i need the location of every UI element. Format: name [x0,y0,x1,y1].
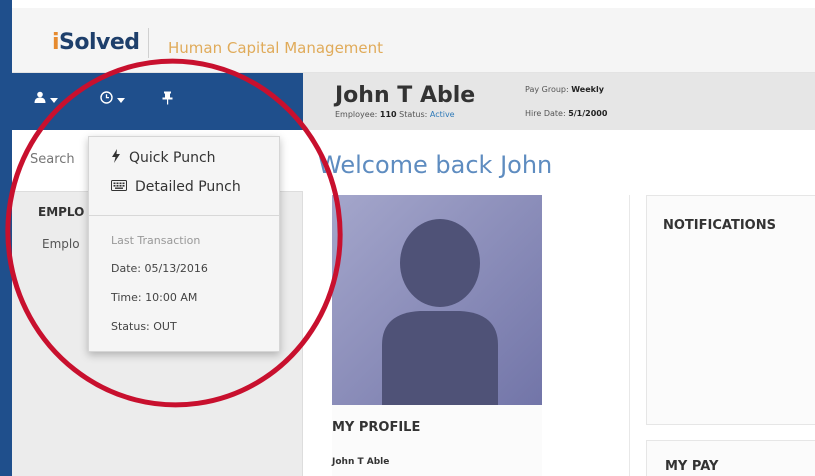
chevron-down-icon [117,98,125,103]
quick-punch-label: Quick Punch [129,150,216,166]
my-pay-title: MY PAY [665,459,719,474]
quick-punch-item[interactable]: Quick Punch [111,149,216,167]
column-divider [629,195,630,476]
pay-group: Pay Group: Weekly [525,85,604,94]
pin-button[interactable] [162,91,173,109]
employee-number: 110 [379,110,397,119]
pay-group-value: Weekly [571,85,604,94]
welcome-heading: Welcome back John [318,151,553,179]
profile-title: MY PROFILE [332,420,421,435]
status-value: Active [429,110,455,119]
chevron-down-icon [50,97,58,103]
user-menu-button[interactable] [34,91,58,107]
pay-group-label: Pay Group: [525,85,569,94]
isolved-logo[interactable]: iSolved [52,30,140,55]
clock-icon [100,91,113,108]
last-transaction-status: Status: OUT [111,320,177,333]
status-label: Status: [399,110,428,119]
last-transaction-time: Time: 10:00 AM [111,291,198,304]
employee-number-label: Employee: [335,110,378,119]
hire-date-label: Hire Date: [525,109,566,118]
last-transaction-label: Last Transaction [111,234,201,247]
app-subtitle: Human Capital Management [168,39,384,57]
employee-info-bar: John T Able Employee: 110 Status: Active… [303,73,815,130]
notifications-card: NOTIFICATIONS [646,195,815,425]
sidebar-section-heading: EMPLO [38,205,85,219]
detailed-punch-item[interactable]: Detailed Punch [111,179,241,195]
pin-icon [162,91,173,109]
menu-divider [89,215,279,216]
notifications-title: NOTIFICATIONS [663,218,776,233]
employee-name: John T Able [335,83,476,108]
profile-name: John T Able [332,457,390,467]
left-edge-band [0,0,12,476]
sidebar-item-employee[interactable]: Emplo [42,237,80,251]
profile-card: MY PROFILE John T Able [332,195,542,476]
logo-divider [148,28,149,58]
keyboard-icon [111,179,127,195]
top-nav-bar [12,73,303,130]
lightning-icon [111,149,121,167]
time-clock-menu-button[interactable] [100,91,125,108]
top-strip [12,0,815,8]
hire-date: Hire Date: 5/1/2000 [525,109,607,118]
user-icon [34,91,46,107]
punch-dropdown-menu: Quick Punch Detailed Punch Last Transact… [88,136,280,352]
hire-date-value: 5/1/2000 [568,109,608,118]
my-pay-card: MY PAY [646,440,815,476]
last-transaction-date: Date: 05/13/2016 [111,262,208,275]
app-header: iSolved Human Capital Management [12,8,815,73]
logo-prefix: i [52,30,60,55]
avatar[interactable] [332,195,542,405]
employee-meta: Employee: 110 Status: Active [335,110,455,119]
logo-main: Solved [59,30,140,55]
detailed-punch-label: Detailed Punch [135,179,241,195]
person-silhouette-icon [382,219,498,405]
